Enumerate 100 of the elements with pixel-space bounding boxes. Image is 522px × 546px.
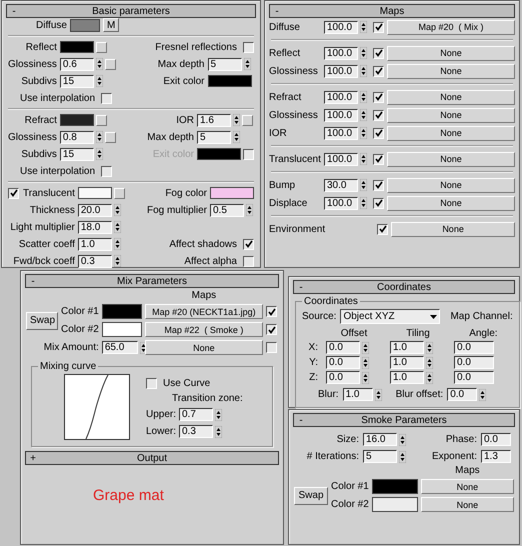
map-button[interactable]: None: [420, 479, 514, 494]
rollout-header[interactable]: - Coordinates: [293, 280, 515, 294]
spinner-arrows-icon[interactable]: [360, 153, 367, 165]
number-field[interactable]: 1.0: [78, 238, 112, 250]
color-swatch[interactable]: [210, 187, 254, 199]
spinner-arrows-icon[interactable]: [360, 47, 367, 59]
color-swatch[interactable]: [372, 479, 418, 494]
rollout-header[interactable]: - Smoke Parameters: [293, 413, 515, 427]
spinner-arrows-icon[interactable]: [360, 21, 367, 33]
number-field[interactable]: 5: [208, 58, 242, 70]
map-button[interactable]: None: [387, 126, 515, 140]
map-button[interactable]: Map #20 ( Mix ): [387, 20, 515, 34]
map-button[interactable]: None: [387, 108, 515, 122]
rollout-header[interactable]: + Output: [25, 451, 279, 465]
map-slot-button[interactable]: [114, 188, 125, 198]
number-field[interactable]: 1.0: [390, 371, 424, 384]
number-field[interactable]: 1.3: [481, 450, 511, 463]
spinner-arrows-icon[interactable]: [360, 127, 367, 139]
number-field[interactable]: 0.0: [454, 341, 494, 354]
number-field[interactable]: 5: [363, 450, 397, 463]
map-button[interactable]: M: [102, 18, 120, 32]
number-field[interactable]: 0.5: [210, 204, 244, 216]
map-slot-button[interactable]: [242, 114, 253, 126]
spinner-arrows-icon[interactable]: [96, 58, 103, 70]
spinner-arrows-icon[interactable]: [114, 238, 121, 250]
checkbox[interactable]: [101, 92, 112, 104]
color-swatch[interactable]: [70, 18, 100, 32]
map-button[interactable]: None: [387, 196, 515, 210]
number-field[interactable]: 15: [60, 148, 94, 160]
number-field[interactable]: 1.0: [390, 341, 424, 354]
rollout-header[interactable]: - Mix Parameters: [25, 274, 279, 288]
map-button[interactable]: None: [387, 64, 515, 78]
number-field[interactable]: 0.0: [454, 356, 494, 369]
number-field[interactable]: 65.0: [102, 341, 138, 354]
number-field[interactable]: 100.0: [324, 46, 358, 60]
spinner-arrows-icon[interactable]: [360, 65, 367, 77]
number-field[interactable]: 0.0: [447, 388, 478, 401]
number-field[interactable]: 5: [197, 130, 231, 144]
rollout-header[interactable]: - Maps: [269, 4, 515, 18]
spinner-arrows-icon[interactable]: [374, 388, 382, 400]
spinner-arrows-icon[interactable]: [114, 255, 121, 267]
spinner-arrows-icon[interactable]: [114, 221, 121, 233]
color-swatch[interactable]: [60, 41, 94, 53]
color-swatch[interactable]: [372, 497, 418, 512]
checkbox[interactable]: [373, 92, 384, 102]
swap-button[interactable]: Swap: [26, 312, 58, 330]
checkbox[interactable]: [243, 256, 254, 266]
checkbox[interactable]: [377, 224, 388, 234]
spinner-arrows-icon[interactable]: [215, 408, 222, 420]
map-button[interactable]: Map #20 (NECKT1a1.jpg): [144, 304, 263, 319]
number-field[interactable]: 18.0: [78, 220, 112, 234]
map-button[interactable]: None: [420, 497, 514, 512]
spinner-arrows-icon[interactable]: [96, 148, 103, 160]
map-slot-button[interactable]: [104, 132, 116, 142]
spinner-arrows-icon[interactable]: [360, 197, 367, 209]
spinner-arrows-icon[interactable]: [360, 179, 367, 191]
checkbox[interactable]: [373, 66, 384, 76]
number-field[interactable]: 100.0: [324, 108, 358, 122]
checkbox[interactable]: [243, 238, 254, 250]
number-field[interactable]: 0.3: [78, 254, 112, 268]
color-swatch[interactable]: [78, 187, 112, 199]
checkbox[interactable]: [8, 188, 19, 198]
spinner-arrows-icon[interactable]: [362, 342, 369, 354]
map-button[interactable]: None: [387, 90, 515, 104]
spinner-arrows-icon[interactable]: [233, 131, 240, 143]
number-field[interactable]: 100.0: [324, 196, 358, 210]
spinner-arrows-icon[interactable]: [246, 204, 253, 216]
spinner-arrows-icon[interactable]: [96, 131, 103, 143]
number-field[interactable]: 1.6: [197, 114, 231, 126]
spinner-arrows-icon[interactable]: [360, 109, 367, 121]
spinner-arrows-icon[interactable]: [233, 114, 240, 126]
source-dropdown[interactable]: Object XYZ: [340, 309, 440, 324]
spinner-arrows-icon[interactable]: [244, 58, 250, 70]
number-field[interactable]: 16.0: [363, 433, 397, 446]
number-field[interactable]: 15: [60, 74, 94, 88]
spinner-arrows-icon[interactable]: [360, 91, 367, 103]
color-swatch[interactable]: [102, 304, 142, 319]
spinner-arrows-icon[interactable]: [426, 342, 433, 354]
spinner-arrows-icon[interactable]: [426, 372, 433, 384]
number-field[interactable]: 0.3: [179, 425, 213, 438]
number-field[interactable]: 100.0: [324, 90, 358, 104]
checkbox[interactable]: [266, 306, 277, 317]
number-field[interactable]: 20.0: [78, 204, 112, 216]
number-field[interactable]: 100.0: [324, 126, 358, 140]
number-field[interactable]: 0.0: [481, 433, 511, 446]
number-field[interactable]: 0.0: [326, 371, 360, 384]
number-field[interactable]: 0.0: [326, 341, 360, 354]
checkbox[interactable]: [373, 154, 384, 164]
spinner-arrows-icon[interactable]: [96, 75, 103, 87]
spinner-arrows-icon[interactable]: [362, 372, 369, 384]
checkbox[interactable]: [101, 166, 112, 176]
number-field[interactable]: 0.6: [60, 58, 94, 70]
spinner-arrows-icon[interactable]: [426, 356, 433, 368]
color-swatch[interactable]: [208, 75, 252, 87]
map-button[interactable]: None: [387, 46, 515, 60]
checkbox[interactable]: [266, 342, 277, 353]
number-field[interactable]: 0.0: [326, 356, 360, 369]
spinner-arrows-icon[interactable]: [399, 450, 406, 462]
number-field[interactable]: 1.0: [342, 388, 373, 401]
rollout-header[interactable]: - Basic parameters: [6, 4, 256, 18]
